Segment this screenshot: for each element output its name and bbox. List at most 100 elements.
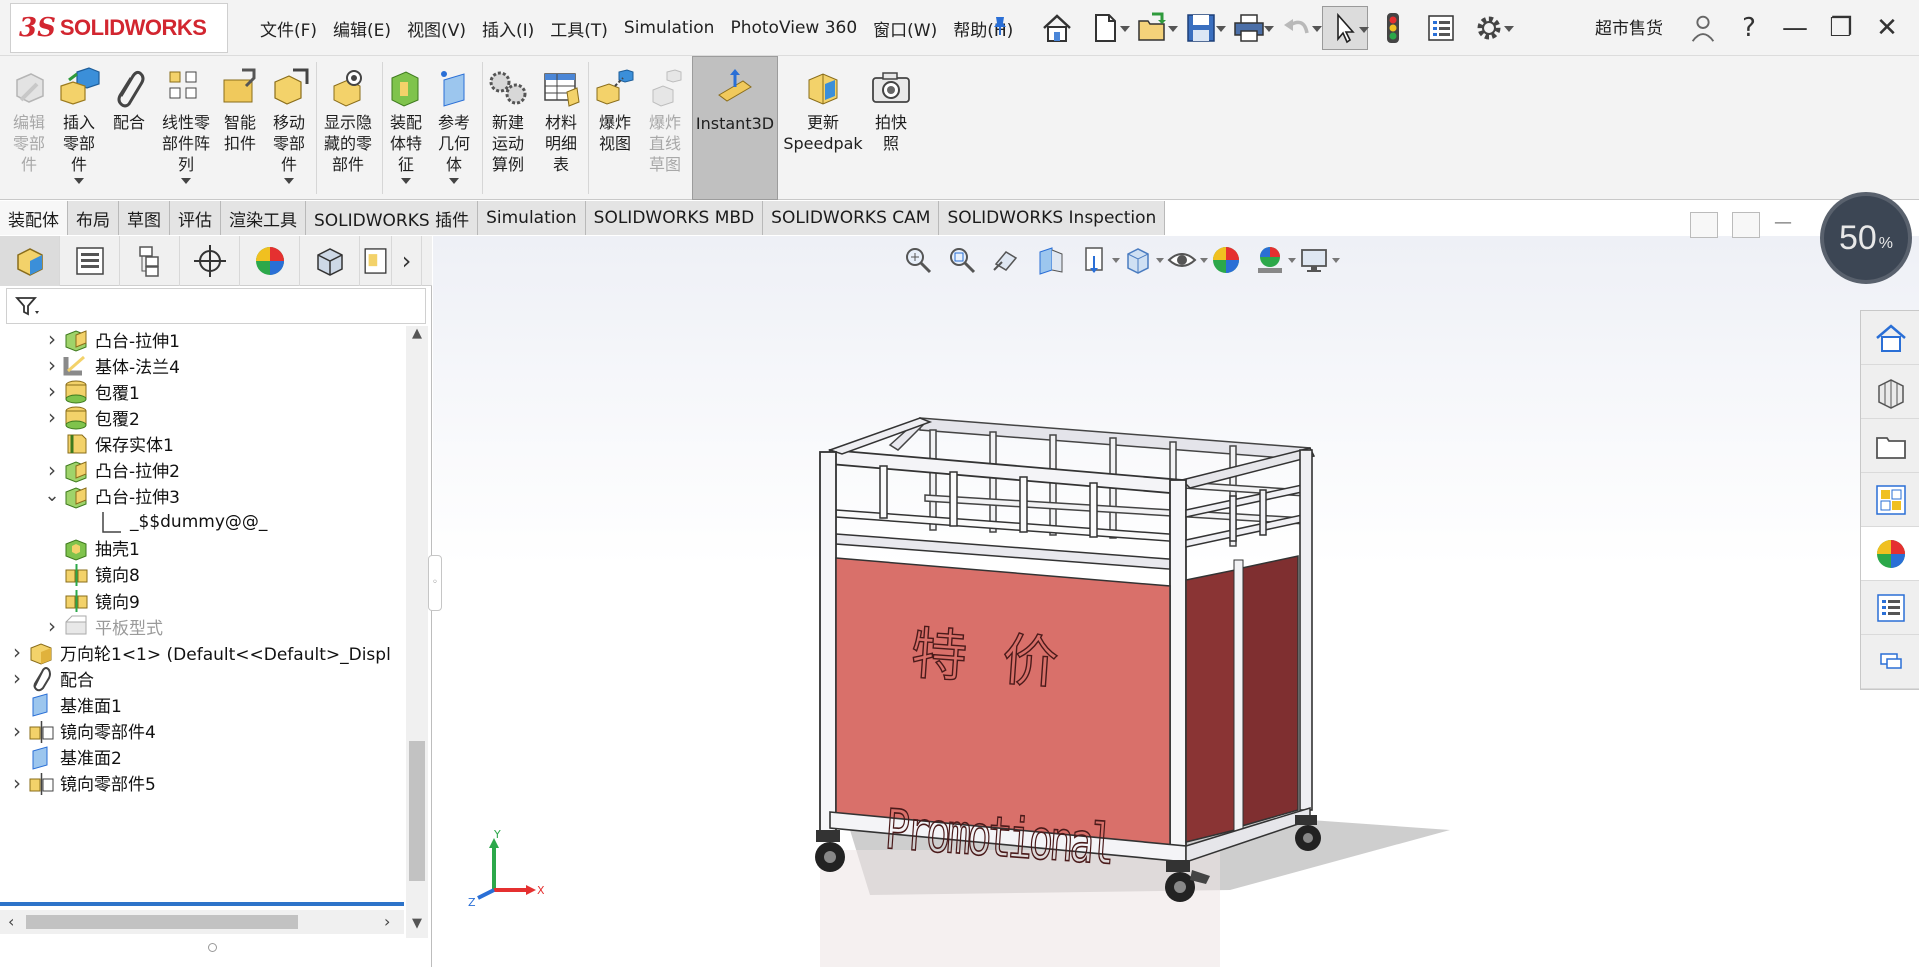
section-view-button[interactable] <box>1032 242 1068 278</box>
restore-button[interactable]: ❐ <box>1818 6 1864 50</box>
tree-vertical-scrollbar[interactable]: ▲ ▼ <box>406 326 428 938</box>
tree-item[interactable]: 基准面2 <box>0 744 404 770</box>
tab-assembly[interactable]: 装配体 <box>0 201 68 235</box>
save-button[interactable] <box>1178 6 1226 50</box>
expand-arrow-icon[interactable]: › <box>8 640 26 664</box>
viewport-tile-left-button[interactable] <box>1690 212 1718 238</box>
close-button[interactable]: ✕ <box>1864 6 1910 50</box>
edit-appearance-button[interactable] <box>1208 242 1244 278</box>
zoom-indicator[interactable]: 50% <box>1820 192 1912 284</box>
zoom-to-area-button[interactable] <box>944 242 980 278</box>
reference-geometry-dropdown-icon[interactable] <box>449 178 459 184</box>
property-manager-tab[interactable] <box>60 236 120 286</box>
task-pane-custom-properties[interactable] <box>1861 581 1919 635</box>
explode-line-sketch-button[interactable]: 爆炸 直线 草图 <box>642 56 688 200</box>
scroll-up-icon[interactable]: ▲ <box>406 326 428 348</box>
tab-solidworks-inspection[interactable]: SOLIDWORKS Inspection <box>939 201 1166 235</box>
insert-component-button[interactable]: 插入 零部 件 <box>56 56 102 200</box>
tree-item[interactable]: › 凸台-拉伸1 <box>0 326 404 352</box>
open-button[interactable] <box>1130 6 1178 50</box>
tree-item[interactable]: › 包覆1 <box>0 378 404 404</box>
panel-resize-handle[interactable] <box>208 943 217 952</box>
tree-horizontal-scrollbar[interactable]: ‹ › <box>0 910 404 934</box>
menu-edit[interactable]: 编辑(E) <box>325 16 399 41</box>
previous-view-button[interactable] <box>988 242 1024 278</box>
scroll-down-icon[interactable]: ▼ <box>406 916 428 938</box>
home-button[interactable] <box>1034 6 1080 50</box>
file-properties-button[interactable] <box>1418 6 1464 50</box>
dynamic-annotation-button[interactable] <box>1076 242 1120 278</box>
expand-arrow-icon[interactable]: › <box>43 405 61 429</box>
tree-item[interactable]: › 凸台-拉伸2 <box>0 457 404 483</box>
tree-item[interactable]: _$$dummy@@_ <box>0 509 404 535</box>
tree-item[interactable]: › 配合 <box>0 665 404 692</box>
tree-item[interactable]: 基准面1 <box>0 691 404 718</box>
promotional-cart-model[interactable]: 特 价 Promotional <box>790 410 1470 967</box>
task-pane-file-explorer[interactable] <box>1861 419 1919 473</box>
expand-arrow-icon[interactable]: › <box>8 771 26 795</box>
print-button[interactable] <box>1226 6 1274 50</box>
tab-sketch[interactable]: 草图 <box>119 201 170 235</box>
tree-item[interactable]: › 包覆2 <box>0 404 404 430</box>
configuration-manager-tab[interactable] <box>120 236 180 286</box>
assembly-features-button[interactable]: 装配 体特 征 <box>384 56 428 200</box>
minimize-button[interactable]: — <box>1772 6 1818 50</box>
mate-button[interactable]: 配合 <box>106 56 152 200</box>
expand-arrow-icon[interactable]: › <box>8 666 26 690</box>
task-pane-view-palette[interactable] <box>1861 473 1919 527</box>
menu-file[interactable]: 文件(F) <box>252 16 325 41</box>
update-speedpak-button[interactable]: 更新 Speedpak <box>783 56 863 200</box>
move-component-dropdown-icon[interactable] <box>284 178 294 184</box>
tree-item[interactable]: 镜向9 <box>0 587 404 613</box>
take-snapshot-button[interactable]: 拍快 照 <box>868 56 914 200</box>
linear-pattern-dropdown-icon[interactable] <box>181 178 191 184</box>
tab-solidworks-mbd[interactable]: SOLIDWORKS MBD <box>585 201 764 235</box>
bill-of-materials-button[interactable]: 材料 明细 表 <box>538 56 584 200</box>
hide-show-items-button[interactable] <box>1164 242 1208 278</box>
panel-splitter-handle[interactable]: ◦ <box>428 555 442 611</box>
expand-arrow-icon[interactable]: › <box>43 353 61 377</box>
more-tabs-button[interactable]: › <box>392 236 422 286</box>
feature-manager-tab[interactable] <box>0 236 60 286</box>
expand-arrow-icon[interactable]: › <box>43 614 61 638</box>
account-button[interactable] <box>1680 6 1726 50</box>
reference-geometry-button[interactable]: 参考 几何 体 <box>432 56 476 200</box>
expand-arrow-icon[interactable]: › <box>43 379 61 403</box>
tab-solidworks-addins[interactable]: SOLIDWORKS 插件 <box>306 201 479 235</box>
viewport-tile-right-button[interactable] <box>1732 212 1760 238</box>
menu-tools[interactable]: 工具(T) <box>542 16 616 41</box>
new-document-button[interactable] <box>1082 6 1130 50</box>
tree-item[interactable]: 镜向8 <box>0 561 404 587</box>
assembly-features-dropdown-icon[interactable] <box>401 178 411 184</box>
select-button[interactable] <box>1322 6 1369 50</box>
task-pane-home[interactable] <box>1861 311 1919 365</box>
task-pane-design-library[interactable] <box>1861 365 1919 419</box>
expand-arrow-icon[interactable]: › <box>43 458 61 482</box>
dimxpert-manager-tab[interactable] <box>180 236 240 286</box>
solidworks-logo[interactable]: 3S SOLIDWORKS <box>10 3 228 53</box>
edit-component-button[interactable]: 编辑 零部 件 <box>6 56 52 200</box>
menu-window[interactable]: 窗口(W) <box>865 16 945 41</box>
instant3d-button[interactable]: Instant3D <box>692 56 778 200</box>
tree-filter-input[interactable] <box>6 288 426 324</box>
user-name[interactable]: 超市售货 <box>1595 14 1663 39</box>
move-component-button[interactable]: 移动 零部 件 <box>266 56 312 200</box>
horizontal-scroll-thumb[interactable] <box>26 915 298 929</box>
tree-item[interactable]: › 基体-法兰4 <box>0 352 404 378</box>
scroll-left-icon[interactable]: ‹ <box>8 912 14 931</box>
menu-view[interactable]: 视图(V) <box>399 16 474 41</box>
linear-component-pattern-button[interactable]: 线性零 部件阵 列 <box>156 56 216 200</box>
expand-arrow-icon[interactable]: › <box>43 327 61 351</box>
tab-render-tools[interactable]: 渲染工具 <box>221 201 306 235</box>
options-button[interactable] <box>1466 6 1514 50</box>
viewport-minimize-icon[interactable]: — <box>1774 212 1796 238</box>
view-orientation-button[interactable] <box>1120 242 1164 278</box>
tree-item[interactable]: › 镜向零部件5 <box>0 770 404 796</box>
menu-simulation[interactable]: Simulation <box>616 18 723 38</box>
exploded-view-button[interactable]: 爆炸 视图 <box>592 56 638 200</box>
show-hidden-components-button[interactable]: 显示隐 藏的零 部件 <box>318 56 378 200</box>
menu-photoview[interactable]: PhotoView 360 <box>722 18 865 38</box>
tab-layout[interactable]: 布局 <box>68 201 119 235</box>
scroll-thumb[interactable] <box>409 741 425 881</box>
tab-evaluate[interactable]: 评估 <box>170 201 221 235</box>
